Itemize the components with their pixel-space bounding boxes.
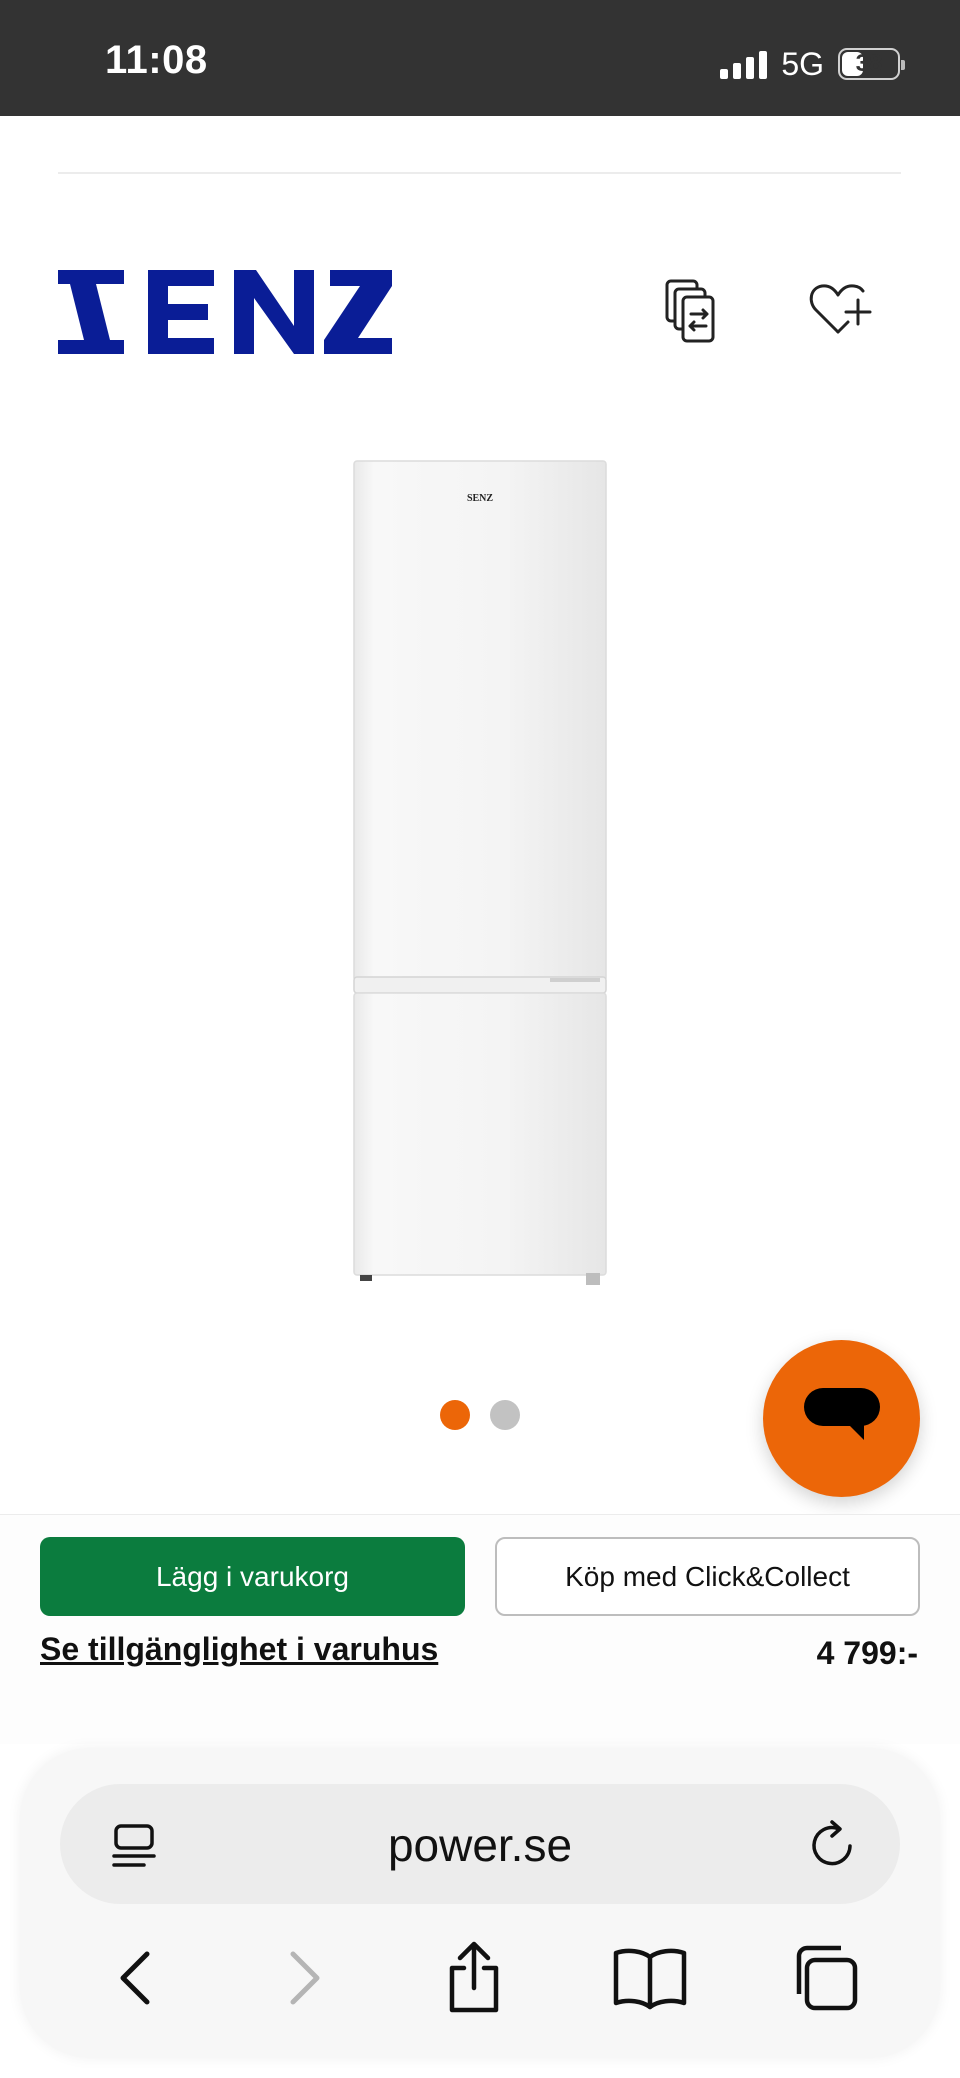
url-text: power.se — [387, 1819, 573, 1871]
battery-icon: 38 — [838, 48, 905, 80]
bookmarks-button[interactable] — [610, 1938, 690, 2018]
chat-bubble-icon — [803, 1387, 880, 1440]
address-bar[interactable]: power.se — [60, 1784, 900, 1904]
store-availability-link[interactable]: Se tillgänglighet i varuhus — [40, 1631, 438, 1668]
click-and-collect-button[interactable]: Köp med Click&Collect — [495, 1537, 920, 1616]
status-bar: 11:08 5G 38 — [0, 0, 960, 116]
reload-icon[interactable] — [806, 1818, 860, 1872]
chat-button[interactable] — [763, 1340, 920, 1497]
carousel-dot-1[interactable] — [440, 1400, 470, 1430]
image-carousel-dots — [440, 1400, 520, 1430]
browser-nav-row — [20, 1928, 940, 2028]
back-button[interactable] — [95, 1938, 175, 2018]
brand-logo — [58, 270, 392, 354]
forward-icon — [290, 1951, 320, 2005]
signal-icon — [720, 49, 768, 79]
add-to-cart-button[interactable]: Lägg i varukorg — [40, 1537, 465, 1616]
compare-icon[interactable] — [664, 278, 724, 348]
forward-button[interactable] — [265, 1938, 345, 2018]
add-to-wishlist-icon[interactable] — [808, 280, 872, 340]
carousel-dot-2[interactable] — [490, 1400, 520, 1430]
status-indicators: 5G 38 — [720, 44, 905, 84]
fridge-freezer-image: SENZ — [353, 460, 607, 1285]
buy-panel: Lägg i varukorg Köp med Click&Collect Se… — [0, 1514, 960, 1744]
status-time: 11:08 — [105, 38, 208, 82]
fridge-logo-text: SENZ — [467, 493, 493, 504]
battery-level: 38 — [855, 50, 883, 77]
back-icon — [120, 1951, 150, 2005]
tabs-button[interactable] — [785, 1938, 865, 2018]
header-divider — [58, 172, 901, 174]
tabs-icon — [796, 1945, 858, 2011]
share-icon — [449, 1941, 499, 2013]
share-button[interactable] — [434, 1938, 514, 2018]
product-price: 4 799:- — [816, 1635, 918, 1671]
browser-toolbar: power.se — [20, 1748, 940, 2058]
network-type: 5G — [781, 45, 824, 82]
bookmarks-icon — [613, 1948, 687, 2010]
